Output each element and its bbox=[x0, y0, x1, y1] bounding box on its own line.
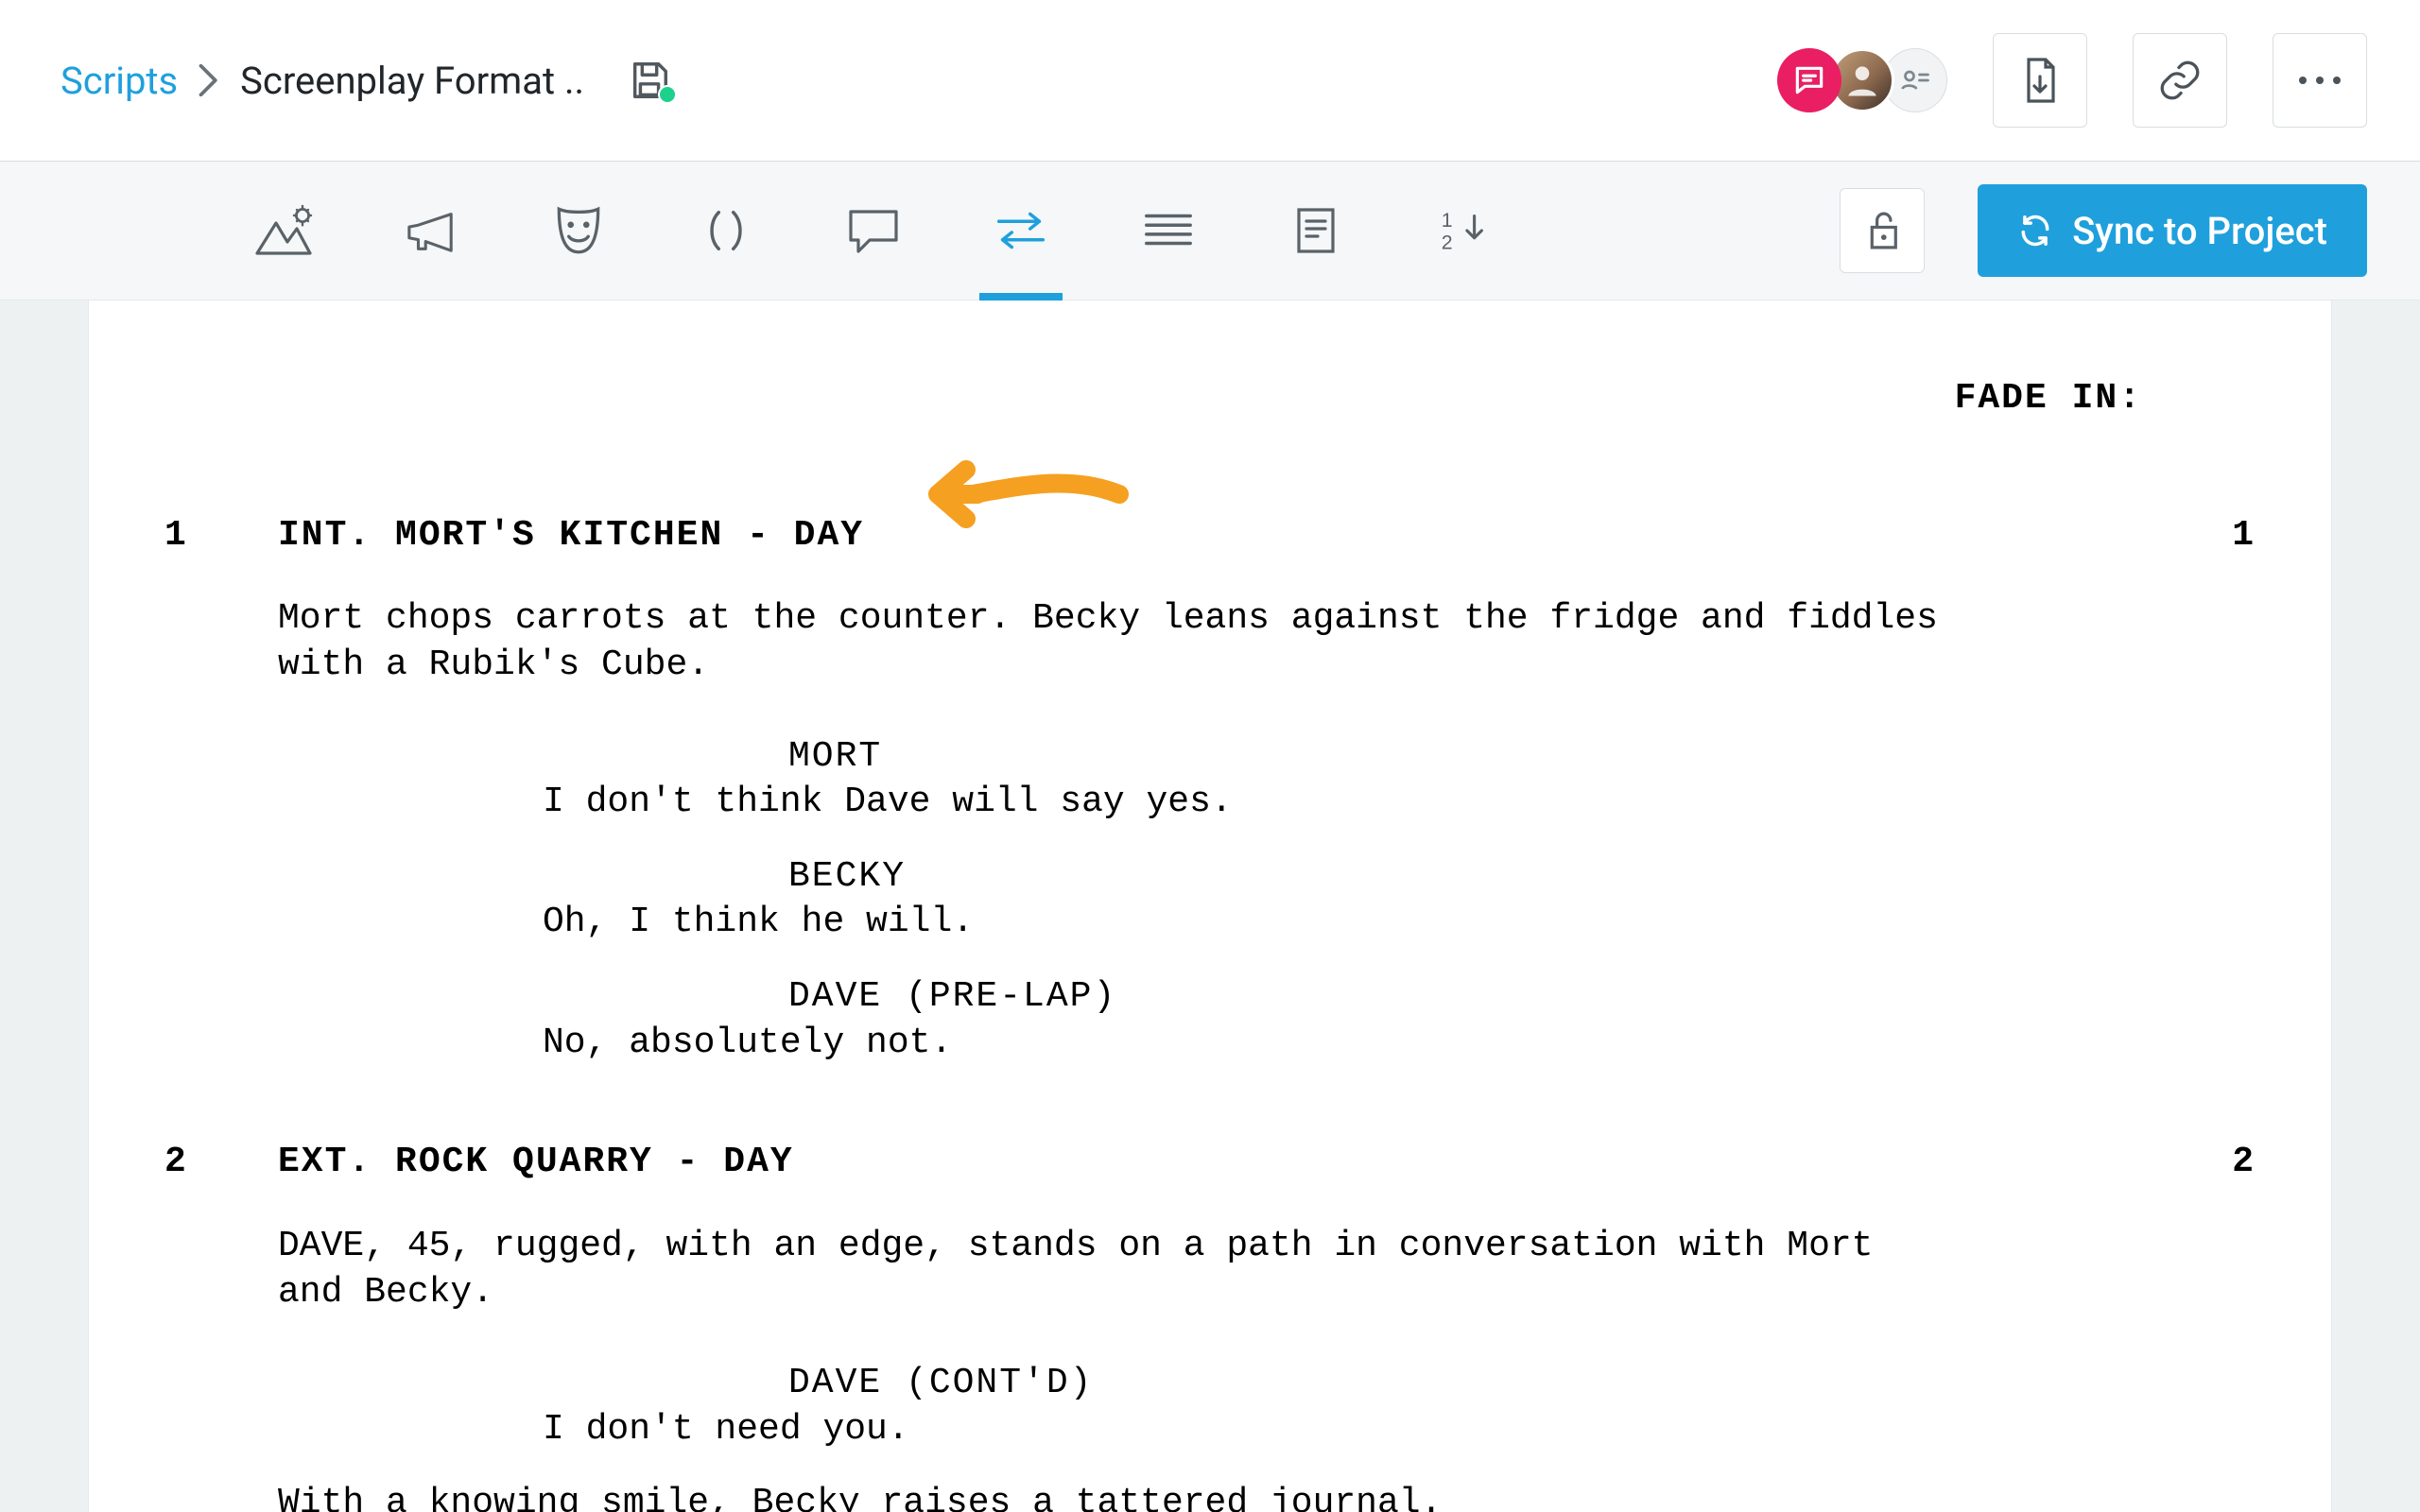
scene-number-right: 1 bbox=[2142, 513, 2256, 559]
breadcrumb: Scripts Screenplay Format .. bbox=[60, 59, 584, 103]
dialogue-block[interactable]: DAVE (CONT'D) I don't need you. bbox=[278, 1361, 2142, 1452]
scene-number-left: 2 bbox=[164, 1140, 278, 1186]
sync-label: Sync to Project bbox=[2072, 209, 2327, 253]
character-cue: DAVE (PRE-LAP) bbox=[278, 974, 2142, 1021]
export-pdf-button[interactable] bbox=[1993, 33, 2087, 128]
scene-heading-text: EXT. ROCK QUARRY - DAY bbox=[278, 1140, 794, 1186]
sync-icon bbox=[2017, 213, 2053, 249]
tool-transition[interactable] bbox=[974, 183, 1068, 278]
share-link-button[interactable] bbox=[2133, 33, 2227, 128]
scene-number-right: 2 bbox=[2142, 1140, 2256, 1186]
fade-in: FADE IN: bbox=[278, 376, 2142, 422]
mountain-sun-icon bbox=[253, 204, 314, 257]
parentheses-icon bbox=[700, 205, 752, 256]
transition-arrows-icon bbox=[988, 207, 1054, 254]
action-text[interactable]: DAVE, 45, rugged, with an edge, stands o… bbox=[278, 1224, 1942, 1315]
sync-to-project-button[interactable]: Sync to Project bbox=[1978, 184, 2367, 277]
lock-open-icon bbox=[1861, 207, 1903, 254]
more-menu-button[interactable] bbox=[2273, 33, 2367, 128]
dialogue-line: I don't need you. bbox=[278, 1407, 1564, 1453]
mask-icon bbox=[551, 201, 606, 260]
save-status-dot bbox=[658, 85, 677, 104]
tool-scene-heading[interactable] bbox=[236, 183, 331, 278]
breadcrumb-current: Screenplay Format .. bbox=[240, 59, 584, 103]
tool-dialogue[interactable] bbox=[826, 183, 921, 278]
comment-icon bbox=[1791, 62, 1827, 98]
presence-stack bbox=[1777, 48, 1947, 112]
dialogue-block[interactable]: BECKY Oh, I think he will. bbox=[278, 854, 2142, 946]
svg-text:1: 1 bbox=[1442, 209, 1453, 232]
editor-stage: FADE IN: 1 INT. MORT'S KITCHEN - DAY 1 M… bbox=[0, 301, 2420, 1512]
tool-note[interactable] bbox=[1269, 183, 1363, 278]
person-icon bbox=[1841, 60, 1883, 101]
tool-megaphone[interactable] bbox=[384, 183, 478, 278]
dialogue-block[interactable]: DAVE (PRE-LAP) No, absolutely not. bbox=[278, 974, 2142, 1066]
tool-scene-numbers[interactable]: 12 bbox=[1416, 183, 1511, 278]
format-toolbar: 12 Sync to Project bbox=[0, 161, 2420, 301]
scene-heading-text: INT. MORT'S KITCHEN - DAY bbox=[278, 513, 864, 559]
note-icon bbox=[1290, 204, 1341, 257]
dialogue-line: No, absolutely not. bbox=[278, 1021, 1564, 1067]
dialogue-block[interactable]: MORT I don't think Dave will say yes. bbox=[278, 734, 2142, 826]
id-card-icon bbox=[1898, 63, 1932, 97]
scene-number-left: 1 bbox=[164, 513, 278, 559]
save-button[interactable] bbox=[628, 59, 671, 102]
numbered-list-icon: 12 bbox=[1434, 205, 1493, 256]
tool-action[interactable] bbox=[1121, 183, 1216, 278]
comments-button[interactable] bbox=[1777, 48, 1841, 112]
breadcrumb-root-link[interactable]: Scripts bbox=[60, 59, 178, 103]
more-icon bbox=[2299, 77, 2341, 84]
svg-text:2: 2 bbox=[1442, 231, 1453, 253]
script-page[interactable]: FADE IN: 1 INT. MORT'S KITCHEN - DAY 1 M… bbox=[89, 301, 2331, 1512]
character-cue: DAVE (CONT'D) bbox=[278, 1361, 2142, 1407]
top-bar: Scripts Screenplay Format .. bbox=[0, 0, 2420, 161]
action-text[interactable]: Mort chops carrots at the counter. Becky… bbox=[278, 596, 1942, 688]
pdf-icon bbox=[2017, 56, 2063, 105]
lines-icon bbox=[1141, 207, 1196, 254]
tool-parenthetical[interactable] bbox=[679, 183, 773, 278]
lock-button[interactable] bbox=[1840, 188, 1925, 273]
megaphone-icon bbox=[402, 205, 460, 256]
link-icon bbox=[2156, 57, 2204, 104]
action-text[interactable]: With a knowing smile, Becky raises a tat… bbox=[278, 1481, 1942, 1512]
character-cue: BECKY bbox=[278, 854, 2142, 901]
chevron-right-icon bbox=[199, 64, 219, 96]
scene-heading-row[interactable]: 1 INT. MORT'S KITCHEN - DAY 1 bbox=[278, 513, 2142, 559]
dialogue-line: Oh, I think he will. bbox=[278, 900, 1564, 946]
scene-heading-row[interactable]: 2 EXT. ROCK QUARRY - DAY 2 bbox=[278, 1140, 2142, 1186]
tool-character[interactable] bbox=[531, 183, 626, 278]
speech-bubble-icon bbox=[845, 205, 902, 256]
dialogue-line: I don't think Dave will say yes. bbox=[278, 780, 1564, 826]
character-cue: MORT bbox=[278, 734, 2142, 781]
